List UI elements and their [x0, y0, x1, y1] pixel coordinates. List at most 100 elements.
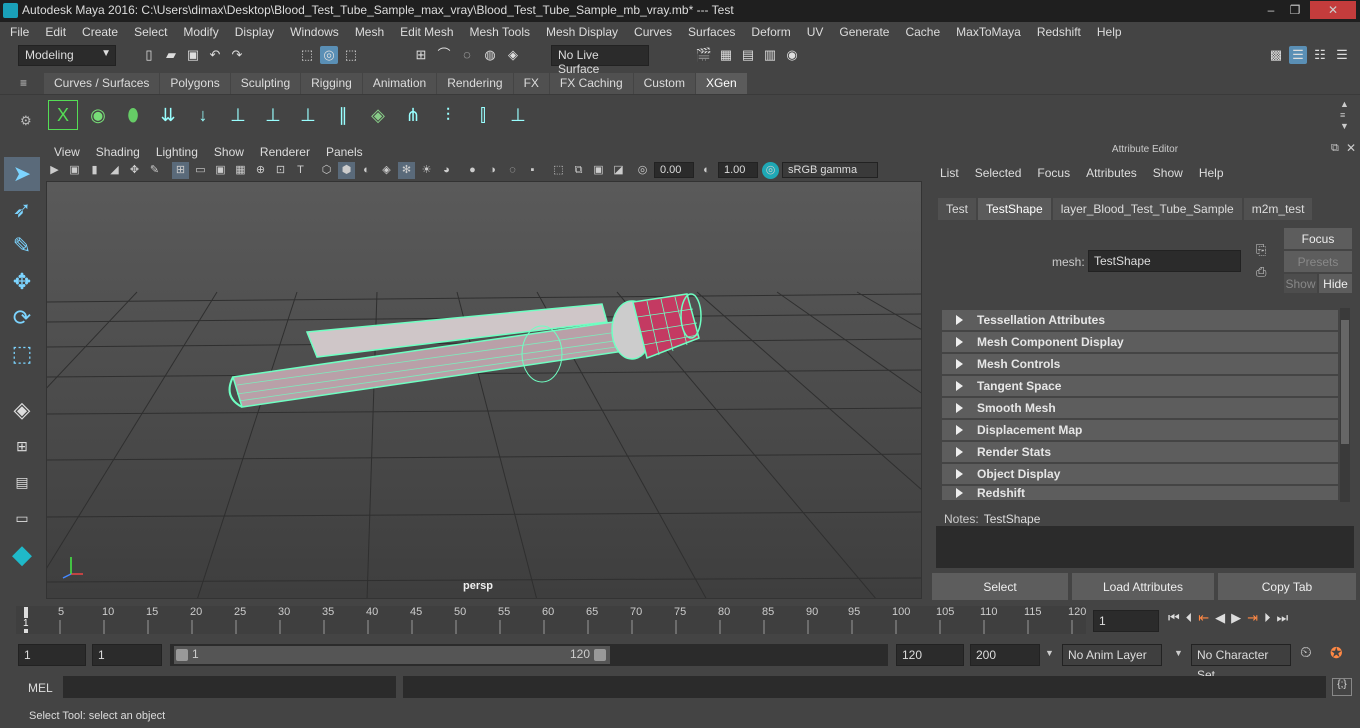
shelf-scroll-icon[interactable]: ▲ ≡ ▼	[1340, 99, 1349, 132]
gate-mask-icon[interactable]: ▦	[232, 162, 249, 179]
show-button[interactable]: Show	[1284, 274, 1317, 293]
multisample-aa-icon[interactable]: ◑	[484, 162, 501, 179]
animation-start-field[interactable]: 1	[18, 644, 86, 666]
hypershade-icon[interactable]: ◉	[783, 46, 801, 64]
character-set-chevron-icon[interactable]: ▼	[1174, 648, 1183, 658]
snap-grid-icon[interactable]: ⊞	[412, 46, 430, 64]
motion-blur-icon[interactable]: ●	[464, 162, 481, 179]
anim-layer-dropdown[interactable]: No Anim Layer	[1062, 644, 1162, 666]
range-slider[interactable]: 1 120	[170, 644, 888, 666]
shadows-icon[interactable]: ☀	[418, 162, 435, 179]
undo-icon[interactable]: ↶	[206, 46, 224, 64]
mesh-name-field[interactable]: TestShape	[1088, 250, 1241, 272]
bookmark-icon[interactable]: ▮	[86, 162, 103, 179]
hide-button[interactable]: Hide	[1319, 274, 1352, 293]
ae-tab-layer[interactable]: layer_Blood_Test_Tube_Sample	[1052, 198, 1242, 220]
layers-icon[interactable]: ◈	[363, 99, 393, 131]
playback-start-field[interactable]: 1	[92, 644, 162, 666]
shelf-tab-polygons[interactable]: Polygons	[160, 73, 230, 94]
ae-tab-test[interactable]: Test	[938, 198, 977, 220]
redo-icon[interactable]: ↷	[228, 46, 246, 64]
auto-key-icon[interactable]: ⏲	[1300, 644, 1312, 661]
select-tool-icon[interactable]: ➤	[4, 157, 40, 191]
menu-curves[interactable]: Curves	[626, 22, 680, 42]
channel-box-toggle-icon[interactable]: ☰	[1289, 46, 1307, 64]
go-to-output-icon[interactable]: ⎙	[1256, 264, 1266, 280]
screen-space-ao-icon[interactable]: ◕	[438, 162, 455, 179]
go-to-end-icon[interactable]: ⏭	[1277, 610, 1289, 626]
ae-menu-show[interactable]: Show	[1145, 163, 1191, 183]
go-to-input-icon[interactable]: ⎘	[1256, 242, 1266, 258]
menu-mesh-tools[interactable]: Mesh Tools	[462, 22, 538, 42]
menu-file[interactable]: File	[2, 22, 37, 42]
ae-scrollbar[interactable]	[1340, 308, 1350, 502]
smooth-shade-icon[interactable]: ⬢	[338, 161, 355, 179]
render-frame-icon[interactable]: 🎬	[695, 46, 713, 64]
persp-outliner-layout-icon[interactable]: ▤	[4, 465, 40, 499]
comb-icon[interactable]: ⊥	[503, 99, 533, 131]
add-guide-icon[interactable]: ⊥	[223, 99, 253, 131]
attribute-editor-toggle-icon[interactable]: ☰	[1333, 46, 1351, 64]
command-language-label[interactable]: MEL	[28, 681, 53, 695]
time-slider[interactable]: 1 5 10 15 20 25 30 35 40 45 50 55 60 65 …	[16, 606, 1086, 634]
test-tube-mesh[interactable]	[228, 293, 702, 408]
scale-tool-icon[interactable]: ⬚	[4, 337, 40, 371]
close-button[interactable]: ✕	[1310, 1, 1356, 19]
arrow-down-icon[interactable]: ↓	[188, 99, 218, 131]
grease-pencil-icon[interactable]: ✎	[146, 162, 163, 179]
ipr-render-icon[interactable]: ▤	[739, 46, 757, 64]
notes-textarea[interactable]	[936, 526, 1354, 568]
section-redshift[interactable]: Redshift	[942, 486, 1338, 500]
focus-button[interactable]: Focus	[1284, 228, 1352, 249]
section-smooth-mesh[interactable]: Smooth Mesh	[942, 398, 1338, 418]
step-back-frame-icon[interactable]: ⏴	[1186, 610, 1193, 626]
shelf-tab-sculpting[interactable]: Sculpting	[230, 73, 301, 94]
snap-point-icon[interactable]: ◌	[458, 46, 476, 64]
range-slider-handle[interactable]	[174, 646, 610, 664]
exposure-field[interactable]: 0.00	[654, 162, 694, 178]
leaf-icon[interactable]: ⬮	[118, 99, 148, 131]
menu-redshift[interactable]: Redshift	[1029, 22, 1089, 42]
range-handle-left-icon[interactable]	[176, 649, 188, 661]
range-handle-right-icon[interactable]	[594, 649, 606, 661]
textured-icon[interactable]: ◈	[378, 162, 395, 179]
menu-help[interactable]: Help	[1089, 22, 1130, 42]
groom-icon[interactable]: ⫶	[433, 99, 463, 131]
presets-button[interactable]: Presets	[1284, 251, 1352, 272]
paint-select-tool-icon[interactable]: ✎	[4, 229, 40, 263]
section-mesh-controls[interactable]: Mesh Controls	[942, 354, 1338, 374]
render-settings-icon[interactable]: ▥	[761, 46, 779, 64]
wireframe-on-shaded-icon[interactable]: ◐	[358, 162, 375, 179]
animation-end-field[interactable]: 200	[970, 644, 1040, 666]
shelf-tab-rigging[interactable]: Rigging	[301, 73, 362, 94]
menu-mesh[interactable]: Mesh	[347, 22, 392, 42]
lock-guide-icon[interactable]: ⊥	[293, 99, 323, 131]
step-forward-frame-icon[interactable]: ⏵	[1264, 610, 1271, 626]
snap-curve-icon[interactable]: ⌒	[435, 46, 453, 64]
xray-icon[interactable]: ▪	[524, 162, 541, 179]
backface-cull-icon[interactable]: ◪	[610, 162, 627, 179]
section-render-stats[interactable]: Render Stats	[942, 442, 1338, 462]
ae-menu-selected[interactable]: Selected	[967, 163, 1030, 183]
safe-action-icon[interactable]: ⊡	[272, 162, 289, 179]
ae-scrollbar-thumb[interactable]	[1341, 320, 1349, 444]
single-perspective-layout-icon[interactable]: ◈	[4, 393, 40, 427]
shelf-tab-fx-caching[interactable]: FX Caching	[549, 73, 633, 94]
guides-icon[interactable]: ⇊	[153, 99, 183, 131]
restore-button[interactable]: ❐	[1284, 1, 1306, 19]
color-management-icon[interactable]: ◎	[762, 161, 779, 179]
perspective-viewport[interactable]: persp	[46, 181, 922, 599]
film-gate-icon[interactable]: ▭	[192, 162, 209, 179]
select-hierarchy-icon[interactable]: ⬚	[298, 46, 316, 64]
anim-prefs-icon[interactable]: ✪	[1330, 644, 1343, 662]
play-backwards-icon[interactable]: ◀	[1215, 610, 1225, 626]
ae-tab-m2m-test[interactable]: m2m_test	[1243, 198, 1313, 220]
ae-menu-list[interactable]: List	[932, 163, 967, 183]
xray-active-icon[interactable]: ▣	[590, 162, 607, 179]
strands-icon[interactable]: ∥	[328, 99, 358, 131]
select-object-icon[interactable]: ◎	[320, 46, 338, 64]
open-scene-icon[interactable]: ▰	[162, 46, 180, 64]
menu-select[interactable]: Select	[126, 22, 175, 42]
menu-uv[interactable]: UV	[799, 22, 832, 42]
view-guide-icon[interactable]: ⊥	[258, 99, 288, 131]
